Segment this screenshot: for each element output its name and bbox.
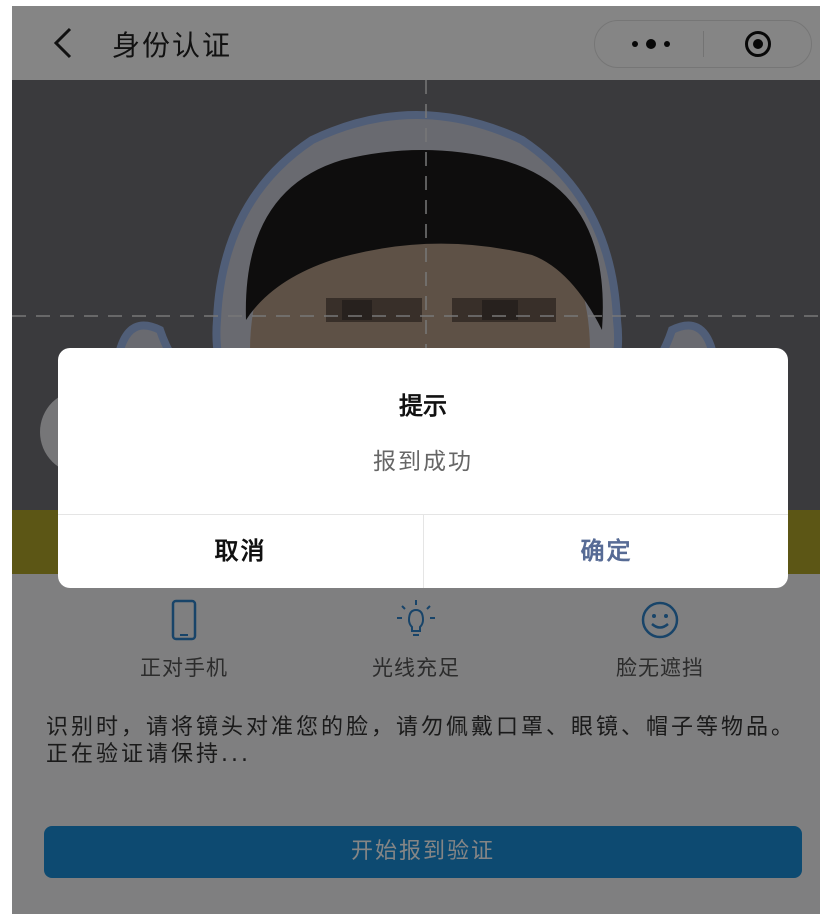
cancel-button[interactable]: 取消 [58, 515, 423, 588]
dialog-title: 提示 [399, 392, 447, 420]
phone-screen: 身份认证 正对手机 光线充足 脸无遮挡 识别时，请将镜头对准您的脸，请勿佩戴口罩… [12, 6, 820, 914]
dialog-message: 报到成功 [373, 449, 473, 475]
confirm-button[interactable]: 确定 [424, 515, 788, 588]
alert-dialog: 提示 报到成功 取消 确定 [58, 348, 788, 588]
